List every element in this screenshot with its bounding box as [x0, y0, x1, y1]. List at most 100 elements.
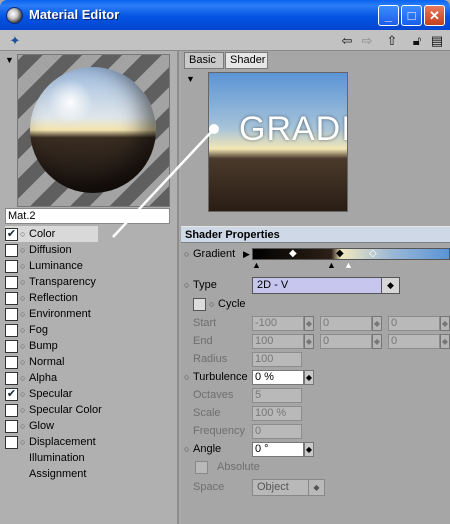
channel-item-assignment[interactable]: Assignment	[5, 466, 175, 482]
channel-label: Reflection	[29, 292, 78, 304]
channel-item-displacement[interactable]: ○ Displacement	[5, 434, 175, 450]
channel-checkbox[interactable]	[5, 356, 18, 369]
channel-checkbox[interactable]	[5, 420, 18, 433]
gradient-knot-dark[interactable]: ▲	[327, 260, 336, 270]
channel-item-illumination[interactable]: Illumination	[5, 450, 175, 466]
channel-item-fog[interactable]: ○ Fog	[5, 322, 175, 338]
channel-item-normal[interactable]: ○ Normal	[5, 354, 175, 370]
end-x-field[interactable]: 100	[252, 334, 304, 349]
gradient-knot-diamond[interactable]: ◆	[336, 248, 344, 259]
forward-arrow-icon[interactable]: ⇨	[360, 32, 374, 49]
right-panel: Basic Shader ▼ GRADIENT Shader Propertie…	[181, 51, 450, 524]
channel-item-luminance[interactable]: ○ Luminance	[5, 258, 175, 274]
frequency-field[interactable]: 0	[252, 424, 302, 439]
channel-checkbox[interactable]	[5, 260, 18, 273]
channel-label: Specular Color	[29, 404, 102, 416]
angle-field[interactable]: 0 °	[252, 442, 304, 457]
start-x-stepper[interactable]: ◆	[304, 316, 314, 331]
channel-label: Glow	[29, 420, 55, 432]
space-select-value: Object	[257, 481, 289, 493]
end-y-field[interactable]: 0	[320, 334, 372, 349]
channel-item-specular-color[interactable]: ○ Specular Color	[5, 402, 175, 418]
channel-dot-icon: ○	[20, 389, 26, 399]
channel-item-diffusion[interactable]: ○ Diffusion	[5, 242, 175, 258]
channel-label: Displacement	[29, 436, 96, 448]
start-y-stepper[interactable]: ◆	[372, 316, 382, 331]
gradient-knot-light[interactable]: ▲	[344, 260, 353, 270]
channel-item-color[interactable]: ✔ ○ Color	[5, 226, 98, 242]
scale-field[interactable]: 100 %	[252, 406, 302, 421]
preview-menu-arrow-icon[interactable]: ▼	[5, 55, 14, 65]
gradient-knot-diamond[interactable]: ◆	[289, 248, 297, 259]
gradient-label: Gradient	[193, 248, 236, 260]
radius-field[interactable]: 100	[252, 352, 302, 367]
angle-stepper[interactable]: ◆	[304, 442, 314, 457]
turbulence-field[interactable]: 0 %	[252, 370, 304, 385]
tab-shader[interactable]: Shader	[225, 52, 268, 69]
gradient-knot-diamond[interactable]: ◇	[369, 248, 377, 259]
channel-checkbox[interactable]	[5, 404, 18, 417]
start-x-field[interactable]: -100	[252, 316, 304, 331]
channel-item-transparency[interactable]: ○ Transparency	[5, 274, 175, 290]
tab-basic[interactable]: Basic	[184, 52, 224, 69]
start-z-stepper[interactable]: ◆	[440, 316, 450, 331]
frequency-label: Frequency	[193, 425, 245, 437]
channel-dot-icon: ○	[20, 405, 26, 415]
turbulence-stepper[interactable]: ◆	[304, 370, 314, 385]
panel-icon[interactable]: ▤	[430, 32, 444, 49]
type-select[interactable]: 2D - V ◆	[252, 277, 400, 294]
octaves-field[interactable]: 5	[252, 388, 302, 403]
title-bar[interactable]: Material Editor _ □ ✕	[0, 0, 450, 30]
absolute-checkbox[interactable]	[195, 461, 208, 474]
channel-checkbox[interactable]: ✔	[5, 228, 18, 241]
pin-icon[interactable]: ✦	[8, 32, 22, 49]
lock-icon[interactable]: 🔓︎	[410, 32, 424, 49]
absolute-label: Absolute	[217, 461, 260, 473]
channel-item-environment[interactable]: ○ Environment	[5, 306, 175, 322]
end-x-stepper[interactable]: ◆	[304, 334, 314, 349]
channel-checkbox[interactable]	[5, 436, 18, 449]
gradient-knot-black[interactable]: ▲	[252, 260, 261, 270]
channel-item-glow[interactable]: ○ Glow	[5, 418, 175, 434]
material-preview[interactable]	[17, 54, 170, 207]
channel-item-specular[interactable]: ✔ ○ Specular	[5, 386, 175, 402]
radius-label: Radius	[193, 353, 228, 365]
channel-label: Alpha	[29, 372, 58, 384]
cycle-checkbox[interactable]	[193, 298, 206, 311]
channel-checkbox[interactable]	[5, 372, 18, 385]
end-label: End	[193, 335, 213, 347]
channel-dot-icon: ○	[20, 261, 26, 271]
channel-checkbox[interactable]	[5, 340, 18, 353]
channel-checkbox[interactable]	[5, 292, 18, 305]
channel-checkbox[interactable]	[5, 244, 18, 257]
channel-label: Diffusion	[29, 244, 72, 256]
start-z-field[interactable]: 0	[388, 316, 440, 331]
end-z-stepper[interactable]: ◆	[440, 334, 450, 349]
end-y-stepper[interactable]: ◆	[372, 334, 382, 349]
octaves-label: Octaves	[193, 389, 234, 401]
channel-checkbox[interactable]	[5, 276, 18, 289]
back-arrow-icon[interactable]: ⇦	[340, 32, 354, 49]
up-arrow-icon[interactable]: ⇧	[385, 32, 399, 49]
start-y-field[interactable]: 0	[320, 316, 372, 331]
maximize-button[interactable]: □	[401, 5, 422, 26]
shader-menu-arrow-icon[interactable]: ▼	[186, 74, 195, 84]
channel-checkbox[interactable]	[5, 324, 18, 337]
channel-item-bump[interactable]: ○ Bump	[5, 338, 175, 354]
end-z-field[interactable]: 0	[388, 334, 440, 349]
channel-item-alpha[interactable]: ○ Alpha	[5, 370, 175, 386]
channel-item-reflection[interactable]: ○ Reflection	[5, 290, 175, 306]
channel-checkbox[interactable]	[5, 308, 18, 321]
channel-checkbox[interactable]: ✔	[5, 388, 18, 401]
type-label: Type	[193, 279, 217, 291]
material-name-field[interactable]: Mat.2	[5, 208, 170, 224]
gradient-bar[interactable]	[252, 248, 450, 260]
close-button[interactable]: ✕	[424, 5, 445, 26]
type-dot-icon: ○	[184, 280, 190, 290]
window-title: Material Editor	[29, 7, 120, 22]
gradient-expand-icon[interactable]: ▶	[243, 246, 250, 263]
minimize-button[interactable]: _	[378, 5, 399, 26]
channel-label: Color	[29, 228, 56, 240]
space-select[interactable]: Object ◆	[252, 479, 325, 496]
channel-label: Fog	[29, 324, 48, 336]
